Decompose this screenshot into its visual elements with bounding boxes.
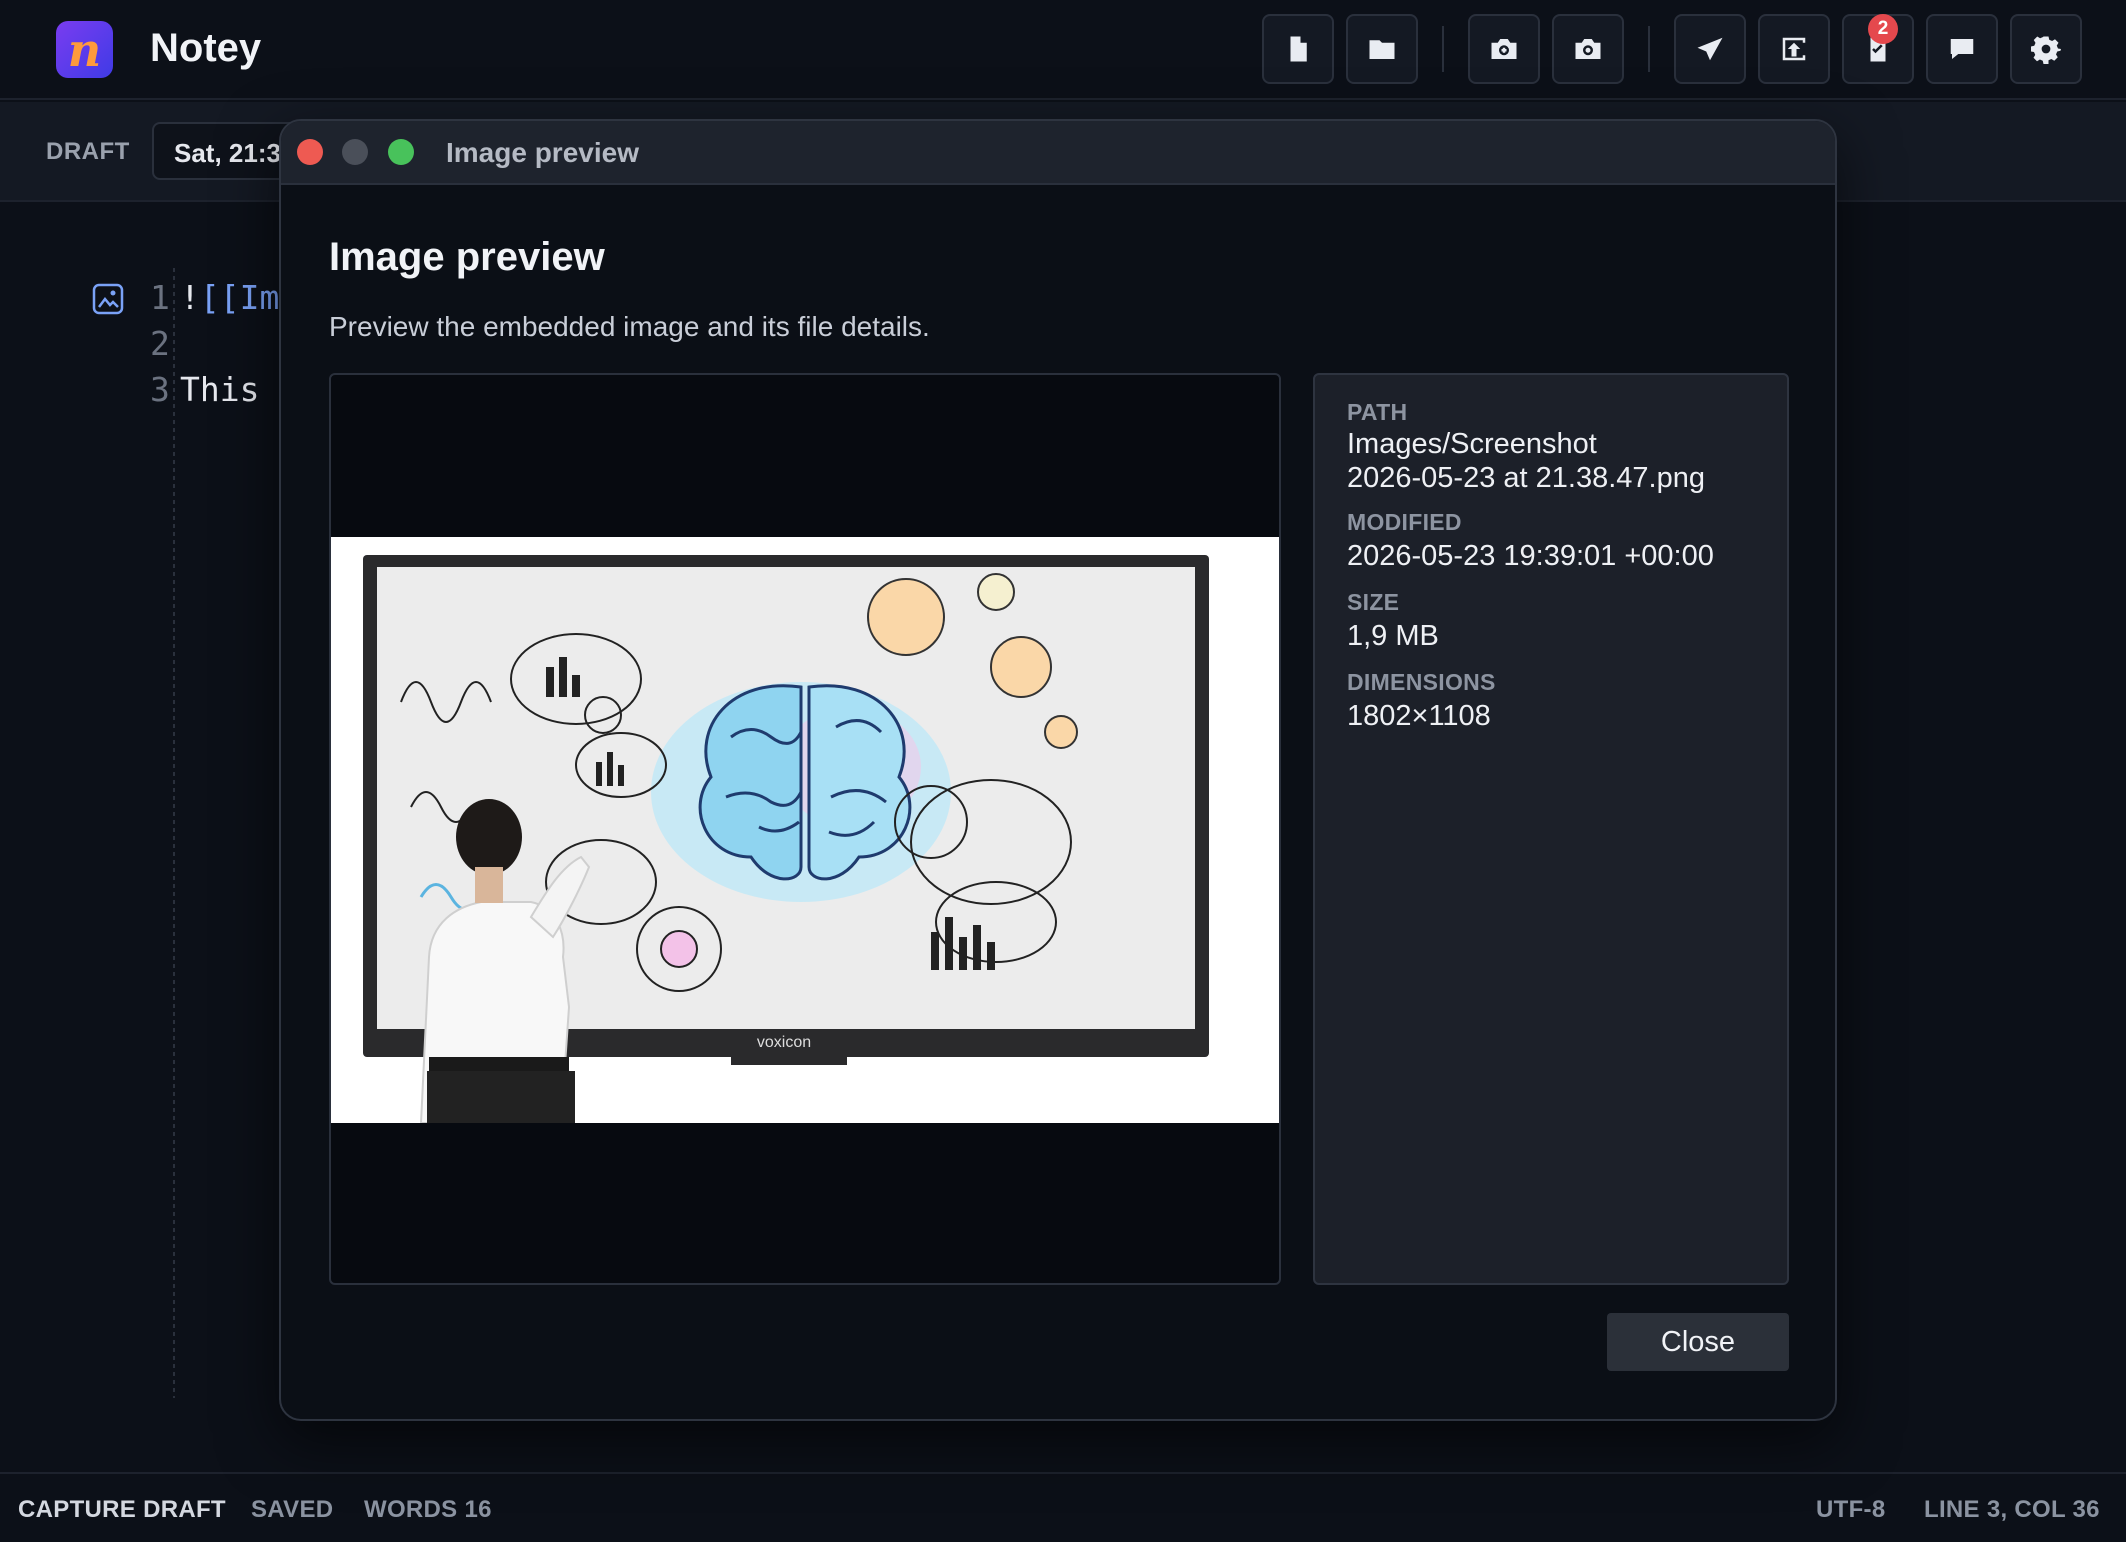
zoom-window-button[interactable] — [388, 139, 414, 165]
comments-button[interactable] — [1926, 14, 1998, 84]
new-document-button[interactable] — [1262, 14, 1334, 84]
path-value-line: 2026-05-23 at 21.38.47.png — [1347, 462, 1705, 494]
line-number: 2 — [150, 324, 170, 363]
status-mode: CAPTURE DRAFT — [18, 1496, 226, 1523]
modified-value: 2026-05-23 19:39:01 +00:00 — [1347, 540, 1714, 572]
app-logo-letter: n — [67, 22, 102, 77]
app-title: Notey — [150, 26, 262, 70]
toolbar-separator — [1648, 26, 1650, 72]
dimensions-value: 1802×1108 — [1347, 700, 1491, 732]
dialog-heading: Image preview — [329, 235, 605, 279]
size-value: 1,9 MB — [1347, 620, 1439, 652]
path-label: PATH — [1347, 399, 1408, 425]
editor-gutter — [173, 268, 175, 1398]
camera-icon — [1575, 39, 1601, 59]
dialog-titlebar: Image preview — [281, 121, 1835, 185]
open-folder-button[interactable] — [1346, 14, 1418, 84]
status-word-count: WORDS 16 — [364, 1496, 492, 1523]
app-logo: n — [56, 21, 113, 78]
line-number: 3 — [150, 370, 170, 409]
notification-badge: 2 — [1868, 14, 1898, 44]
settings-button[interactable] — [2010, 14, 2082, 84]
path-value[interactable]: Images/Screenshot 2026-05-23 at 21.38.47… — [1347, 427, 1705, 495]
size-label: SIZE — [1347, 589, 1400, 615]
folder-icon — [1369, 40, 1395, 59]
screen-brand-text: voxicon — [757, 1034, 811, 1051]
send-icon — [1697, 37, 1723, 61]
status-saved: SAVED — [251, 1496, 334, 1523]
dialog-description: Preview the embedded image and its file … — [329, 311, 930, 342]
tasks-button[interactable]: 2 — [1842, 14, 1914, 84]
image-icon[interactable] — [92, 283, 124, 315]
wiki-link[interactable]: [[Im — [200, 278, 279, 317]
camera-button[interactable] — [1552, 14, 1624, 84]
code-text: ! — [180, 278, 200, 317]
draft-label: DRAFT — [46, 138, 130, 165]
minimize-window-button[interactable] — [342, 139, 368, 165]
modified-label: MODIFIED — [1347, 509, 1462, 535]
path-value-line: Images/Screenshot — [1347, 428, 1597, 460]
camera-plus-icon — [1491, 39, 1517, 59]
image-preview-dialog: Image preview Image preview Preview the … — [279, 119, 1837, 1421]
editor-line-1[interactable]: ![[Im — [180, 278, 279, 317]
preview-image-illustration: voxicon — [363, 555, 1209, 1124]
capture-photo-button[interactable] — [1468, 14, 1540, 84]
image-preview-pane: voxicon — [329, 373, 1281, 1285]
dialog-window-title: Image preview — [446, 137, 639, 168]
document-icon — [1290, 36, 1307, 62]
preview-image: voxicon — [331, 537, 1279, 1124]
editor-line-3[interactable]: This — [180, 370, 259, 409]
close-button[interactable]: Close — [1607, 1313, 1789, 1371]
settings-gear-icon — [2031, 36, 2061, 64]
comment-icon — [1950, 39, 1974, 59]
status-encoding[interactable]: UTF-8 — [1816, 1496, 1886, 1524]
send-button[interactable] — [1674, 14, 1746, 84]
toolbar-separator — [1442, 26, 1444, 72]
file-details-pane: PATH Images/Screenshot 2026-05-23 at 21.… — [1313, 373, 1789, 1285]
close-window-button[interactable] — [297, 139, 323, 165]
dimensions-label: DIMENSIONS — [1347, 669, 1496, 695]
export-button[interactable] — [1758, 14, 1830, 84]
status-cursor-position[interactable]: LINE 3, COL 36 — [1924, 1496, 2100, 1524]
upload-icon — [1782, 37, 1806, 61]
line-number: 1 — [150, 278, 170, 317]
